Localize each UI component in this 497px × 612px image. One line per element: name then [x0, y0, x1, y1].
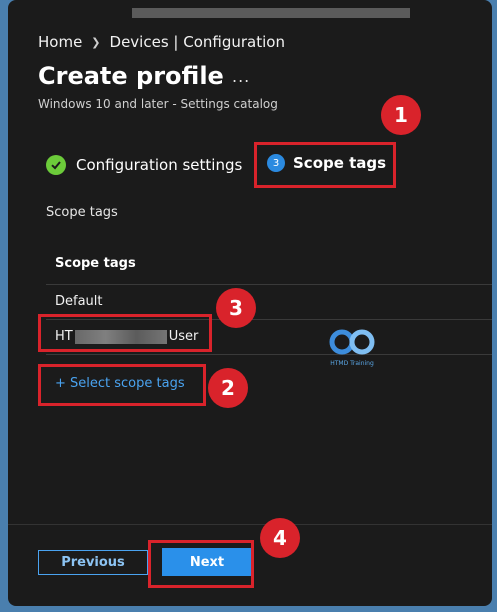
table-header-label: Scope tags — [55, 256, 136, 271]
highlight-box-next — [148, 540, 254, 588]
more-options-icon[interactable]: ... — [232, 67, 250, 86]
step-configuration-label: Configuration settings — [76, 156, 243, 174]
previous-button[interactable]: Previous — [38, 550, 148, 575]
chevron-right-icon: ❯ — [91, 35, 101, 49]
top-scrollbar[interactable] — [132, 8, 410, 18]
highlight-box-scope-step — [254, 142, 396, 188]
annotation-badge-2: 2 — [208, 368, 248, 408]
breadcrumb: Home ❯ Devices | Configuration — [38, 33, 285, 51]
step-configuration-settings[interactable]: Configuration settings — [46, 155, 242, 175]
page-subtitle: Windows 10 and later - Settings catalog — [38, 97, 278, 111]
page-title: Create profile — [38, 62, 224, 90]
annotation-badge-3: 3 — [216, 288, 256, 328]
watermark-text: HTMD Training — [330, 360, 374, 367]
annotation-badge-4: 4 — [260, 518, 300, 558]
footer-divider — [8, 524, 492, 525]
htmd-logo-icon — [329, 329, 375, 355]
highlight-box-scope-tag — [38, 314, 212, 352]
scope-tags-table-header: Scope tags — [46, 242, 492, 285]
breadcrumb-home[interactable]: Home — [38, 33, 82, 51]
scope-tags-section-label: Scope tags — [46, 205, 118, 220]
check-icon — [46, 155, 66, 175]
highlight-box-select-link — [38, 364, 206, 406]
scope-tag-default: Default — [55, 294, 103, 309]
htmd-watermark: HTMD Training — [324, 328, 380, 367]
breadcrumb-devices[interactable]: Devices | Configuration — [110, 33, 285, 51]
annotation-badge-1: 1 — [381, 95, 421, 135]
